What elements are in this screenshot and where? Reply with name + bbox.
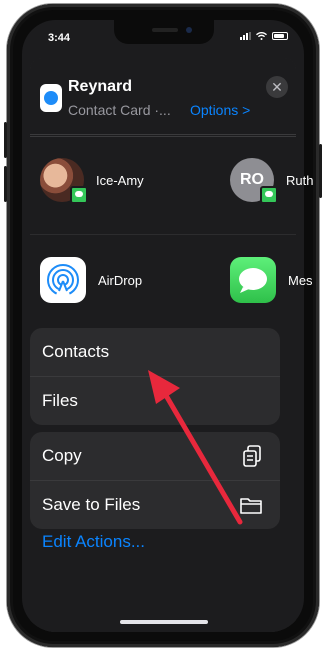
copy-icon <box>243 445 261 467</box>
close-icon: ✕ <box>271 79 283 95</box>
action-label: Copy <box>42 446 82 465</box>
action-save-to-files[interactable]: Save to Files <box>30 480 280 529</box>
avatar-initials: RO <box>240 171 264 188</box>
sheet-content: Reynard Contact Card ·... Options > ✕ Ic… <box>22 20 313 632</box>
side-button <box>319 144 322 198</box>
action-copy[interactable]: Copy <box>30 432 280 480</box>
action-group-actions: Copy Save to Files <box>30 432 280 529</box>
app-item-messages[interactable]: Mes <box>230 257 313 303</box>
action-contacts[interactable]: Contacts <box>30 328 280 376</box>
options-link[interactable]: Options > <box>190 102 250 118</box>
avatar <box>40 158 88 204</box>
airdrop-icon <box>40 257 86 303</box>
app-name: Mes <box>288 272 313 288</box>
apps-row: AirDrop Mes <box>30 234 313 325</box>
message-badge-icon <box>70 186 88 204</box>
edit-actions-link[interactable]: Edit Actions... <box>42 532 145 552</box>
action-label: Save to Files <box>42 495 141 514</box>
action-group-apps: Contacts Files <box>30 328 280 425</box>
share-title: Reynard <box>68 78 133 95</box>
share-header: Reynard Contact Card ·... Options > ✕ <box>30 58 296 135</box>
volume-up-button <box>4 122 7 158</box>
action-label: Contacts <box>42 342 110 361</box>
home-indicator <box>120 620 208 624</box>
person-name: Ruth <box>286 172 314 188</box>
person-name: Ice-Amy <box>96 172 144 188</box>
folder-icon <box>240 498 262 514</box>
people-row: Ice-Amy RO Ruth <box>30 156 313 220</box>
volume-down-button <box>4 166 7 202</box>
person-item[interactable]: RO Ruth <box>230 158 314 204</box>
message-badge-icon <box>260 186 278 204</box>
action-label: Files <box>42 391 78 410</box>
person-item[interactable]: Ice-Amy <box>40 158 144 204</box>
action-files[interactable]: Files <box>30 376 280 425</box>
app-item-airdrop[interactable]: AirDrop <box>40 257 142 303</box>
close-button[interactable]: ✕ <box>266 76 288 98</box>
avatar: RO <box>230 158 278 204</box>
app-name: AirDrop <box>98 272 143 288</box>
messages-icon <box>230 257 276 303</box>
contact-card-icon <box>40 84 62 112</box>
share-subtitle: Contact Card ·... <box>68 102 171 118</box>
